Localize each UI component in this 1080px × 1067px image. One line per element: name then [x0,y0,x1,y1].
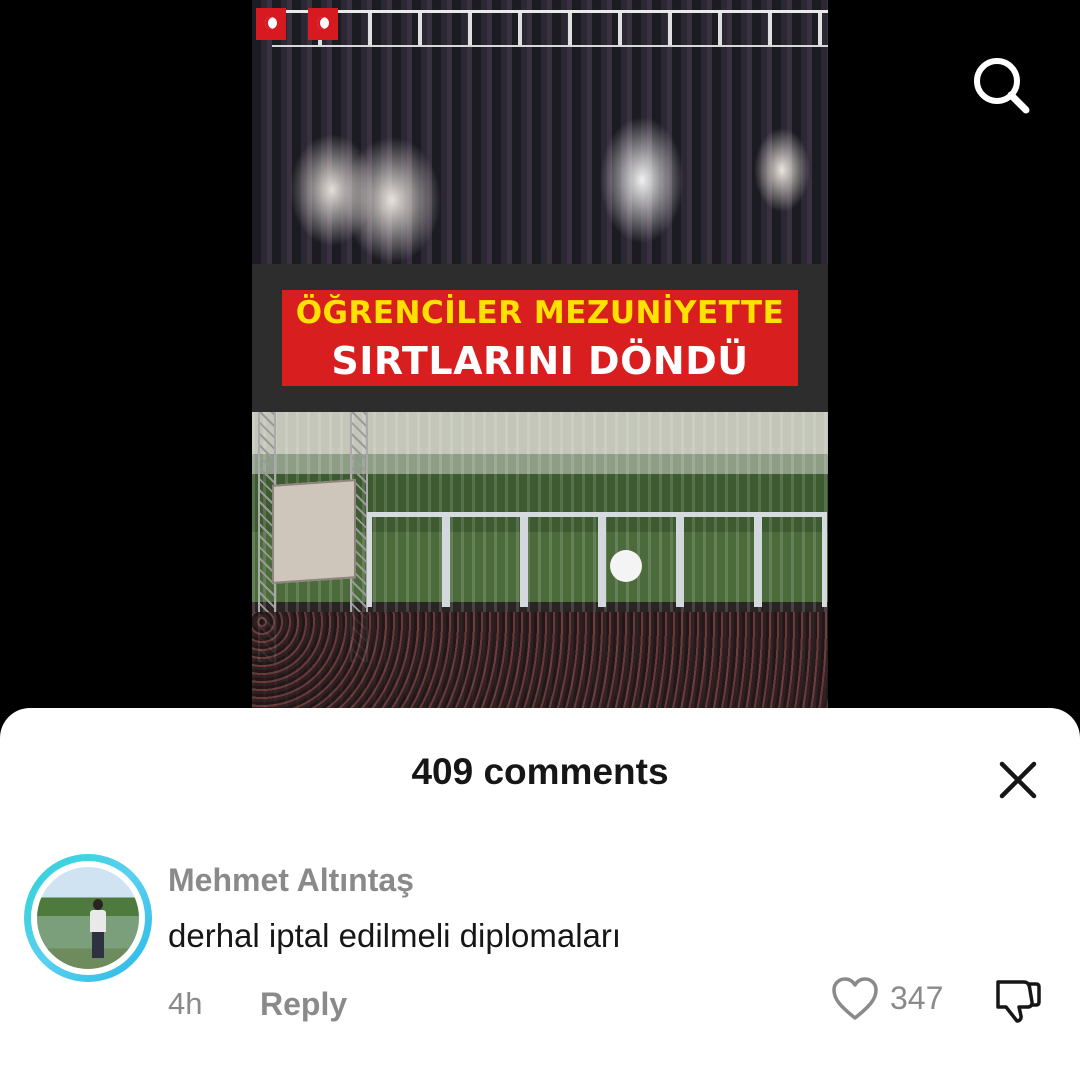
video-frame: ÖĞRENCİLER MEZUNİYETTE SIRTLARINI DÖNDÜ [252,0,828,720]
like-button[interactable] [830,976,880,1022]
comment-time: 4h [168,986,203,1021]
comment-text: derhal iptal edilmeli diplomaları [168,917,622,954]
like-count: 347 [890,980,944,1016]
avatar-photo [37,867,139,969]
reply-button[interactable]: Reply [260,986,347,1022]
crowd [252,612,828,720]
video-player[interactable]: ÖĞRENCİLER MEZUNİYETTE SIRTLARINI DÖNDÜ [0,0,1080,720]
comment-item: Mehmet Altıntaş derhal iptal edilmeli di… [0,848,1080,1048]
search-button[interactable] [966,52,1036,118]
close-icon [999,761,1037,799]
thumbs-down-icon [996,980,1041,1023]
dislike-button[interactable] [992,974,1044,1026]
turkish-flag [308,8,338,40]
heart-outline-icon [832,977,878,1020]
fence [272,10,828,47]
avatar-legs [92,932,104,958]
comments-count-title: 409 comments [411,751,669,792]
avatar-head [93,899,103,910]
headline-line-1: ÖĞRENCİLER MEZUNİYETTE [282,290,798,336]
search-icon [974,58,1030,114]
avatar-person [89,899,107,959]
ceremony-stage-photo [252,412,828,720]
avatar-ring [31,861,145,975]
turkish-flag [256,8,286,40]
building [367,512,827,607]
headline-line-2: SIRTLARINI DÖNDÜ [282,336,798,386]
graduation-crowd-photo [252,0,828,264]
comments-panel: 409 comments Mehmet Altıntaş derhal ipta… [0,708,1080,1067]
avatar-torso [90,910,106,932]
stage-screen [272,479,356,584]
avatar[interactable] [24,854,152,982]
close-comments-button[interactable] [990,752,1046,808]
comment-author[interactable]: Mehmet Altıntaş [168,862,414,898]
balloon [610,550,642,582]
headline-banner: ÖĞRENCİLER MEZUNİYETTE SIRTLARINI DÖNDÜ [252,264,828,412]
